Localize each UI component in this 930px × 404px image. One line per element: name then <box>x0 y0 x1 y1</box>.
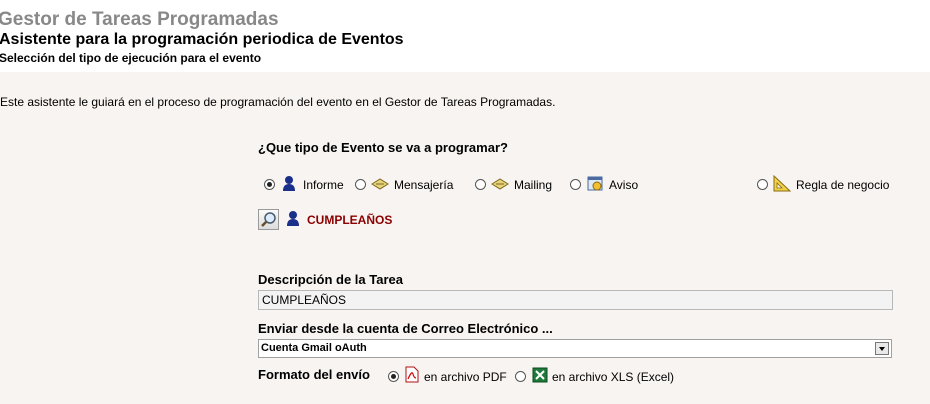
user-icon <box>283 176 295 191</box>
wizard-content: Este asistente le guiará en el proceso d… <box>0 72 930 404</box>
event-type-radio-aviso[interactable] <box>570 179 581 190</box>
event-type-radio-regla-negocio[interactable] <box>757 179 768 190</box>
wizard-title: Asistente para la programación periodica… <box>0 31 404 48</box>
event-type-question: ¿Que tipo de Evento se va a programar? <box>258 140 508 155</box>
user-icon <box>287 211 299 226</box>
event-type-radio-mailing[interactable] <box>475 179 486 190</box>
event-type-label-informe: Informe <box>303 178 344 192</box>
event-type-radio-informe[interactable] <box>264 179 275 190</box>
search-event-button[interactable] <box>258 209 279 230</box>
task-description-label: Descripción de la Tarea <box>258 272 403 287</box>
email-account-select[interactable]: Cuenta Gmail oAuth <box>258 339 892 358</box>
send-format-label-xls: en archivo XLS (Excel) <box>552 370 675 384</box>
send-format-label-pdf: en archivo PDF <box>424 370 507 384</box>
send-format-radio-pdf[interactable] <box>388 371 399 382</box>
page-header: Gestor de Tareas Programadas Asistente p… <box>0 0 930 72</box>
excel-icon <box>532 367 548 383</box>
send-format-radio-xls[interactable] <box>515 371 526 382</box>
send-format-label: Formato del envío <box>258 367 370 382</box>
alert-icon <box>587 176 603 191</box>
chevron-down-icon[interactable] <box>875 342 889 355</box>
task-description-input[interactable] <box>258 290 893 310</box>
event-type-radio-mensajeria[interactable] <box>355 179 366 190</box>
event-type-label-regla-negocio: Regla de negocio <box>796 178 890 192</box>
mailing-icon <box>491 178 509 190</box>
selected-event-name: CUMPLEAÑOS <box>307 213 393 227</box>
event-type-label-aviso: Aviso <box>609 178 639 192</box>
email-account-label: Enviar desde la cuenta de Correo Electró… <box>258 321 553 336</box>
step-title: Selección del tipo de ejecución para el … <box>0 51 262 65</box>
magnifier-icon <box>261 212 276 227</box>
app-title: Gestor de Tareas Programadas <box>0 9 279 30</box>
ruler-icon <box>773 175 791 192</box>
pdf-icon <box>405 366 419 383</box>
event-type-label-mailing: Mailing <box>514 178 553 192</box>
intro-text: Este asistente le guiará en el proceso d… <box>0 95 556 109</box>
event-type-label-mensajeria: Mensajería <box>394 178 454 192</box>
email-account-value: Cuenta Gmail oAuth <box>261 342 367 354</box>
message-icon <box>371 178 389 190</box>
